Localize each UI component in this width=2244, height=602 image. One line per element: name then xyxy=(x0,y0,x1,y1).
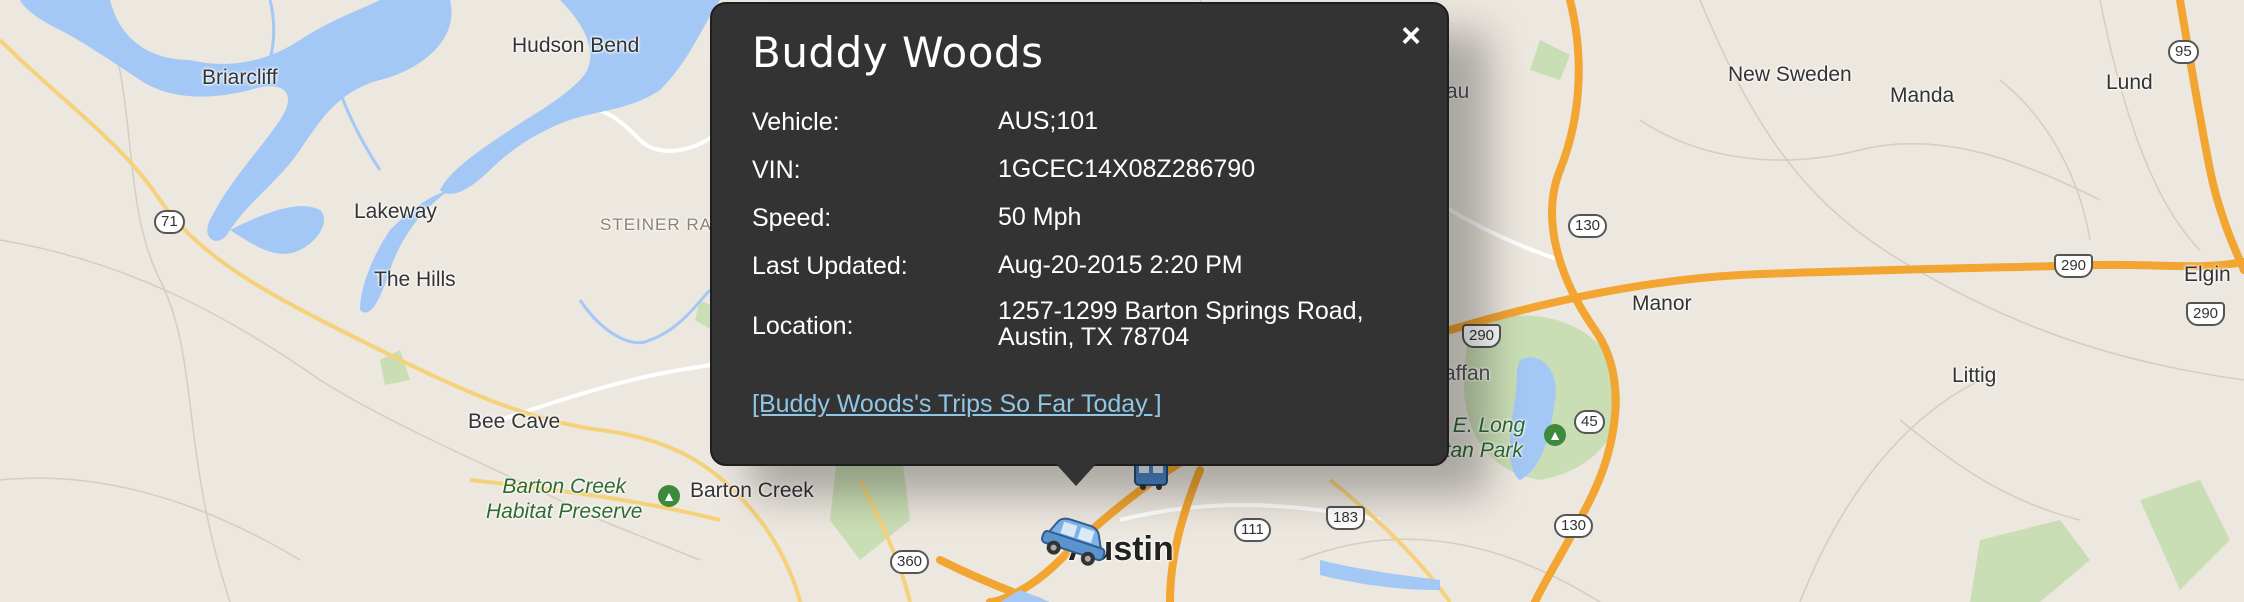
info-value: AUS;101 xyxy=(998,107,1099,135)
place-briarcliff: Briarcliff xyxy=(202,66,278,89)
info-value: Aug-20-2015 2:20 PM xyxy=(998,251,1243,279)
place-bee-cave: Bee Cave xyxy=(468,410,561,433)
vehicle-info-popup: Buddy Woods × Vehicle: AUS;101 VIN: 1GCE… xyxy=(710,2,1449,486)
info-label: VIN: xyxy=(752,156,801,184)
park-label-line2: itan Park xyxy=(1440,439,1523,462)
close-icon[interactable]: × xyxy=(1393,18,1429,54)
place-manor: Manor xyxy=(1632,292,1692,315)
park-tree-icon: ▲ xyxy=(1544,424,1566,446)
place-lakeway: Lakeway xyxy=(354,200,437,223)
park-walter-e-long: r E. Long itan Park xyxy=(1440,413,1525,463)
info-label: Speed: xyxy=(752,204,832,232)
place-new-sweden: New Sweden xyxy=(1728,63,1852,86)
route-shield: 95 xyxy=(2168,40,2199,64)
place-partial-au: au xyxy=(1446,80,1470,103)
place-elgin: Elgin xyxy=(2184,263,2231,286)
route-shield: 130 xyxy=(1554,514,1594,538)
place-steiner-ranch: STEINER RAN xyxy=(600,215,726,234)
route-shield: 130 xyxy=(1568,214,1608,238)
route-shield: 290 xyxy=(2186,302,2226,326)
route-shield: 360 xyxy=(890,550,930,574)
park-barton-creek-habitat: Barton Creek Habitat Preserve xyxy=(486,474,642,524)
info-label: Last Updated: xyxy=(752,252,908,280)
park-label-line2: Habitat Preserve xyxy=(486,500,643,523)
info-value: 50 Mph xyxy=(998,203,1082,231)
place-partial-affan: affan xyxy=(1444,362,1491,385)
route-shield: 183 xyxy=(1326,506,1366,530)
trips-today-link[interactable]: [Buddy Woods's Trips So Far Today ] xyxy=(752,390,1162,419)
place-barton-creek: Barton Creek xyxy=(690,479,814,502)
car-icon[interactable] xyxy=(1040,508,1112,566)
route-shield: 71 xyxy=(154,210,185,234)
info-value: 1GCEC14X08Z286790 xyxy=(998,155,1256,183)
route-shield: 290 xyxy=(2054,254,2094,278)
place-littig: Littig xyxy=(1952,364,1997,387)
park-tree-icon: ▲ xyxy=(658,485,680,507)
info-label: Location: xyxy=(752,312,854,340)
place-manda: Manda xyxy=(1890,84,1955,107)
route-shield: 45 xyxy=(1574,410,1605,434)
popup-pointer xyxy=(1056,464,1096,486)
info-label: Vehicle: xyxy=(752,108,840,136)
info-value: 1257-1299 Barton Springs Road, Austin, T… xyxy=(998,297,1364,351)
park-label-line1: r E. Long xyxy=(1440,414,1526,437)
popup-title: Buddy Woods xyxy=(752,28,1044,77)
route-shield: 111 xyxy=(1234,518,1271,542)
place-lund: Lund xyxy=(2106,71,2153,94)
place-hudson-bend: Hudson Bend xyxy=(512,34,640,57)
route-shield: 290 xyxy=(1462,324,1502,348)
park-label-line1: Barton Creek xyxy=(502,475,627,498)
place-the-hills: The Hills xyxy=(374,268,456,291)
